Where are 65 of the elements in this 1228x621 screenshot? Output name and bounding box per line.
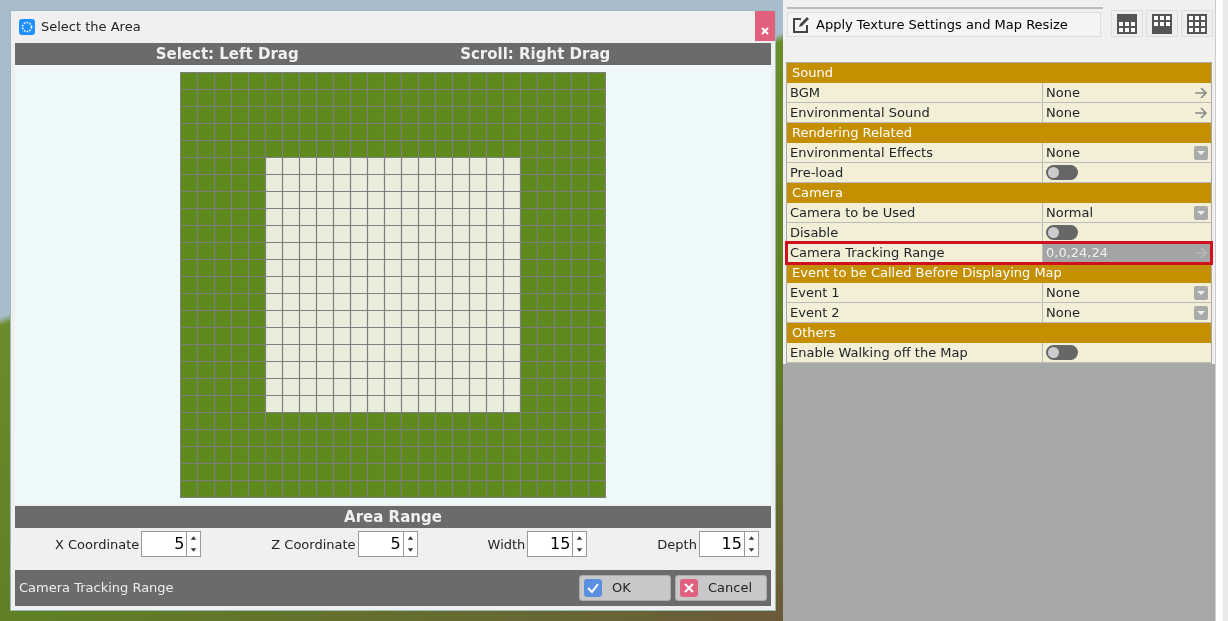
grid-icon <box>1187 13 1208 34</box>
property-row[interactable]: Camera to be Used Normal <box>787 203 1211 223</box>
hint-text: Scroll: Right Drag <box>460 43 611 65</box>
number-field[interactable]: 5 <box>141 531 188 558</box>
section-header: Sound <box>787 63 1211 83</box>
close-button[interactable] <box>755 11 775 41</box>
apply-button[interactable]: Apply Texture Settings and Map Resize <box>787 12 1101 37</box>
section-header: Others <box>787 323 1211 343</box>
grid-icon <box>1116 13 1137 34</box>
property-value: Normal <box>1046 204 1094 222</box>
property-row[interactable]: Event 1 None <box>787 283 1211 303</box>
property-label: BGM <box>787 83 1043 102</box>
property-row[interactable]: Event 2 None <box>787 303 1211 323</box>
toggle-switch[interactable] <box>1046 165 1078 180</box>
number-field[interactable]: 5 <box>357 531 404 558</box>
app-icon <box>19 18 35 35</box>
property-value: None <box>1046 304 1080 322</box>
field-label: Width <box>487 535 526 554</box>
property-row[interactable]: Enable Walking off the Map <box>787 343 1211 363</box>
section-header: Area Range <box>15 506 771 529</box>
toggle-switch[interactable] <box>1046 225 1078 240</box>
field-label: X Coordinate <box>55 535 140 554</box>
check-icon <box>584 579 602 598</box>
ok-button[interactable]: OK <box>579 575 671 602</box>
field-label: Z Coordinate <box>271 535 356 554</box>
close-icon <box>761 27 769 35</box>
grid-button[interactable] <box>1181 10 1214 37</box>
close-icon <box>680 579 698 598</box>
property-label: Environmental Effects <box>787 143 1043 162</box>
property-value: None <box>1046 84 1080 102</box>
grid-button[interactable] <box>1110 10 1143 37</box>
number-field[interactable]: 15 <box>698 531 745 558</box>
property-label: Event 1 <box>787 283 1043 302</box>
map-grid-drawing[interactable] <box>180 71 606 498</box>
property-label: Environmental Sound <box>787 103 1043 122</box>
arrow-right-icon[interactable] <box>1194 86 1208 99</box>
property-row[interactable]: Pre-load <box>787 163 1211 183</box>
property-label: Event 2 <box>787 303 1043 322</box>
number-field[interactable]: 15 <box>527 531 574 558</box>
property-label: Camera to be Used <box>787 203 1043 222</box>
property-value: None <box>1046 104 1080 122</box>
property-row[interactable]: Environmental Effects None <box>787 143 1211 163</box>
property-value: None <box>1046 144 1080 162</box>
property-value: None <box>1046 284 1080 302</box>
property-row[interactable]: BGM None <box>787 83 1211 103</box>
highlighted-row[interactable]: Camera Tracking Range 0,0,24,24 <box>787 243 1211 263</box>
property-row[interactable]: Environmental Sound None <box>787 103 1211 123</box>
section-header: Event to be Called Before Displaying Map <box>787 263 1211 283</box>
grid-icon <box>1152 13 1172 34</box>
scrollbar[interactable] <box>1215 0 1223 621</box>
section-header: Camera <box>787 183 1211 203</box>
property-label: Enable Walking off the Map <box>787 343 1043 362</box>
window-title: Select the Area <box>41 18 141 37</box>
toggle-switch[interactable] <box>1046 345 1078 360</box>
status-text: Camera Tracking Range <box>19 579 174 598</box>
property-value: 0,0,24,24 <box>1046 244 1109 262</box>
property-label: Pre-load <box>787 163 1043 182</box>
arrow-right-icon[interactable] <box>1194 106 1208 119</box>
field-label: Depth <box>657 535 697 554</box>
property-row[interactable]: Disable <box>787 223 1211 243</box>
edit-icon <box>792 15 810 34</box>
section-header: Rendering Related <box>787 123 1211 143</box>
cancel-button[interactable]: Cancel <box>675 575 767 602</box>
hint-text: Select: Left Drag <box>155 43 299 65</box>
grid-button[interactable] <box>1146 10 1178 37</box>
